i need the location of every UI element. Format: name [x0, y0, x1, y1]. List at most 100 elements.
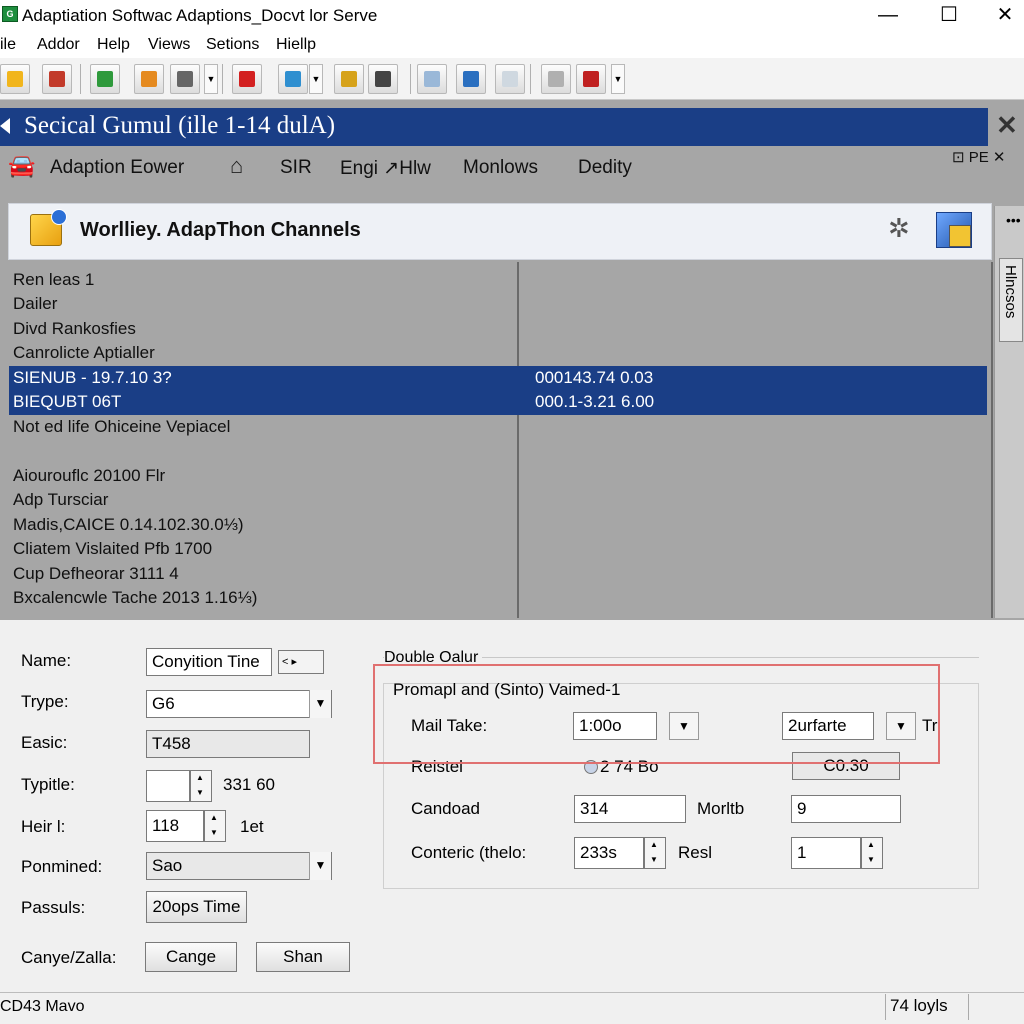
edit-icon[interactable] — [134, 64, 164, 94]
toolbar-separator — [80, 64, 81, 94]
conteric-spinner[interactable] — [644, 837, 666, 869]
type-select[interactable]: G6 — [146, 690, 332, 718]
delete-icon[interactable] — [232, 64, 262, 94]
tool-icon[interactable] — [42, 64, 72, 94]
passuls-label: Passuls: — [21, 898, 86, 917]
heir-field[interactable]: 118 — [146, 810, 204, 842]
status-left: CD43 Mavo — [0, 998, 85, 1015]
app-icon: G — [2, 6, 18, 22]
candoad-label: Candoad — [411, 799, 481, 818]
tab-engi-hlw[interactable]: Engi ↗Hlw — [340, 157, 431, 180]
tab-adaption-eower[interactable]: Adaption Eower — [50, 157, 184, 179]
panel-pin-controls[interactable]: ⊡ PE ✕ — [952, 148, 1005, 166]
name-stepper[interactable]: < ▸ — [278, 650, 324, 674]
toolbar-dropdown-arrow-icon[interactable]: ▼ — [204, 64, 218, 94]
home-icon: ⌂ — [230, 153, 244, 178]
collapse-arrow-icon[interactable] — [0, 118, 10, 134]
cange-button[interactable]: Cange — [145, 942, 237, 972]
heir-spinner[interactable] — [204, 810, 226, 842]
window-icon[interactable] — [936, 212, 972, 248]
settings-icon[interactable] — [334, 64, 364, 94]
menu-hiellp[interactable]: Hiellp — [276, 36, 316, 54]
monitor-icon[interactable] — [90, 64, 120, 94]
chevron-down-icon[interactable]: ▼ — [309, 690, 331, 718]
selected-value: 000.1-3.21 6.00 — [535, 392, 655, 411]
typitle-label: Typitle: — [21, 775, 75, 794]
list-item[interactable]: Not ed life Ohiceine Vepiacel — [13, 417, 230, 437]
column-divider[interactable] — [517, 262, 519, 618]
close-button[interactable]: ✕ — [977, 0, 1024, 32]
tab-sir[interactable]: SIR — [280, 157, 312, 179]
heir-unit: 1et — [240, 817, 264, 836]
gear-icon[interactable]: ✲ — [888, 213, 910, 244]
menu-setions[interactable]: Setions — [206, 36, 259, 54]
menu-help[interactable]: Help — [97, 36, 130, 54]
adaptation-icon — [30, 209, 67, 246]
resl-field[interactable]: 1 — [791, 837, 861, 869]
conteric-label: Conteric (thelo: — [411, 843, 527, 862]
menu-addor[interactable]: Addor — [37, 36, 80, 54]
resl-spinner[interactable] — [861, 837, 883, 869]
side-tab[interactable]: Hlncsos — [999, 258, 1023, 342]
candoad-field[interactable]: 314 — [574, 795, 686, 823]
toolbar-separator — [530, 64, 531, 94]
report-icon[interactable] — [368, 64, 398, 94]
morltb-label: Morltb — [697, 799, 745, 818]
tab-monlows[interactable]: Monlows — [463, 157, 538, 179]
globe-icon[interactable] — [170, 64, 200, 94]
car-icon: 🚘 — [8, 153, 36, 178]
copy-icon[interactable] — [541, 64, 571, 94]
morltb-field[interactable]: 9 — [791, 795, 901, 823]
menu-views[interactable]: Views — [148, 36, 190, 54]
list-item[interactable]: Dailer — [13, 294, 57, 314]
toolbar-separator — [410, 64, 411, 94]
connect-icon[interactable] — [278, 64, 308, 94]
ponmined-select[interactable]: Sao — [146, 852, 332, 880]
channels-title: Worlliey. AdapThon Channels — [80, 219, 361, 241]
conteric-field[interactable]: 233s — [574, 837, 644, 869]
list-item[interactable]: Cliatem Vislaited Pfb 1700 — [13, 539, 212, 559]
list-item-selected[interactable]: BIEQUBT 06T — [13, 392, 121, 412]
list-item[interactable]: Adp Tursciar — [13, 490, 108, 510]
passuls-button[interactable]: 20ops Time — [146, 891, 247, 923]
shan-button[interactable]: Shan — [256, 942, 350, 972]
status-bar — [0, 992, 1024, 1024]
resl-label: Resl — [678, 843, 713, 862]
list-item[interactable]: Ren leas 1 — [13, 270, 94, 290]
toolbar-dropdown-arrow-icon[interactable]: ▼ — [309, 64, 323, 94]
list-item[interactable]: Cup Defheorar 3111 4 — [13, 564, 179, 584]
chart-icon[interactable] — [576, 64, 606, 94]
type-label: Trype: — [21, 692, 69, 711]
panel-close-icon[interactable]: ✕ — [996, 110, 1018, 141]
list-item-selected[interactable]: SIENUB - 19.7.10 3? — [13, 368, 172, 388]
list-item[interactable]: Bxcalencwle Tache 2013 1.16⅓) — [13, 588, 257, 608]
panel-title: Secical Gumul (ille 1-14 dulA) — [24, 112, 336, 139]
toolbar-dropdown-arrow-icon[interactable]: ▼ — [611, 64, 625, 94]
typitle-unit: 331 60 — [223, 775, 275, 794]
list-item[interactable]: Canrolicte Aptialler — [13, 343, 155, 363]
canye-label: Canye/Zalla: — [21, 948, 117, 967]
side-tab-label: Hlncsos — [1002, 265, 1019, 319]
typitle-field[interactable] — [146, 770, 190, 802]
minimize-button[interactable]: — — [860, 0, 916, 32]
folder-icon[interactable] — [0, 64, 30, 94]
basic-field[interactable]: T458 — [146, 730, 310, 758]
list-item[interactable]: Aiourouflc 20100 Flr — [13, 466, 165, 486]
menu-file[interactable]: ile — [0, 36, 16, 54]
maximize-button[interactable]: ☐ — [921, 0, 977, 32]
side-grip[interactable]: ••• — [1006, 212, 1021, 228]
name-label: Name: — [21, 651, 72, 670]
tab-dedity[interactable]: Dedity — [578, 157, 632, 179]
list-item[interactable]: Madis,CAICE 0.14.102.30.0⅓) — [13, 515, 244, 535]
heir-label: Heir l: — [21, 817, 66, 836]
new-icon[interactable] — [495, 64, 525, 94]
toolbar-separator — [222, 64, 223, 94]
name-field[interactable]: Conyition Tine — [146, 648, 272, 676]
document-icon[interactable] — [417, 64, 447, 94]
typitle-spinner[interactable] — [190, 770, 212, 802]
chevron-down-icon[interactable]: ▼ — [309, 852, 331, 880]
keypad-icon[interactable] — [456, 64, 486, 94]
list-item[interactable]: Divd Rankosfies — [13, 319, 136, 339]
status-right: 74 loyls — [890, 996, 948, 1015]
window-title: Adaptiation Softwac Adaptions_Docvt lor … — [22, 6, 378, 25]
